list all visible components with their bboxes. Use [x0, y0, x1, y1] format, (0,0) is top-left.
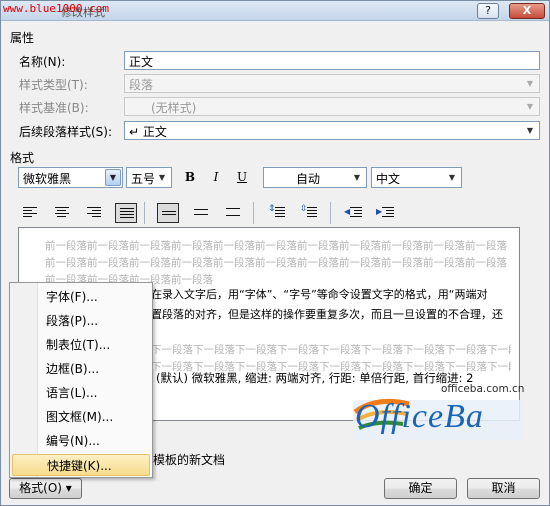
- decrease-indent-icon[interactable]: ◀: [343, 203, 365, 223]
- toolbar-separator: [144, 202, 145, 224]
- next-style-select[interactable]: ↵ 正文 ▼: [124, 121, 540, 140]
- close-button[interactable]: X: [509, 3, 545, 19]
- style-based-label: 样式基准(B):: [19, 101, 89, 115]
- font-size-select[interactable]: 五号 ▼: [126, 167, 172, 188]
- menu-item-tabs[interactable]: 制表位(T)...: [12, 334, 150, 356]
- name-input[interactable]: 正文: [124, 51, 540, 70]
- chevron-down-icon: ▼: [448, 173, 456, 182]
- chevron-down-icon: ▼: [158, 173, 166, 182]
- title-bar: 修改样式 www.blue1000.com ? X: [1, 1, 549, 21]
- chevron-down-icon: ▼: [526, 126, 534, 135]
- preview-body-line: 置段落的对齐，但是这样的操作要重复多次，而且一旦设置的不合理，还: [151, 308, 503, 321]
- menu-item-numbering[interactable]: 编号(N)...: [12, 430, 150, 452]
- ok-button[interactable]: 确定: [384, 478, 457, 499]
- font-value: 微软雅黑: [23, 172, 72, 186]
- font-size-value: 五号: [131, 172, 156, 186]
- single-spacing-icon[interactable]: [157, 203, 179, 223]
- watermark-url: www.blue1000.com: [3, 2, 109, 15]
- next-style-value: ↵ 正文: [129, 125, 167, 139]
- chevron-down-icon: ▼: [526, 102, 534, 111]
- help-button[interactable]: ?: [477, 3, 499, 19]
- style-based-value: (无样式): [151, 101, 197, 115]
- menu-item-font[interactable]: 字体(F)...: [12, 286, 150, 308]
- preview-prev-line: 前一段落前一段落前一段落前一段落前一段落前一段落前一段落前一段落前一段落前一段落…: [45, 257, 507, 269]
- increase-paragraph-spacing-icon[interactable]: ⇕: [266, 203, 288, 223]
- cancel-button[interactable]: 取消: [467, 478, 540, 499]
- next-style-label: 后续段落样式(S):: [19, 125, 113, 139]
- style-based-select[interactable]: (无样式) ▼: [124, 97, 540, 116]
- increase-indent-icon[interactable]: ▶: [375, 203, 397, 223]
- style-type-value: 段落: [129, 78, 154, 92]
- decrease-paragraph-spacing-icon[interactable]: ⇳: [298, 203, 320, 223]
- properties-section-label: 属性: [10, 31, 35, 45]
- bold-button[interactable]: B: [179, 167, 201, 188]
- one-half-spacing-icon[interactable]: [190, 203, 212, 223]
- name-label: 名称(N):: [19, 55, 66, 69]
- menu-item-frame[interactable]: 图文框(M)...: [12, 406, 150, 428]
- chevron-down-icon: ▼: [353, 173, 361, 182]
- format-context-menu: 字体(F)... 段落(P)... 制表位(T)... 边框(B)... 语言(…: [9, 282, 153, 478]
- align-right-icon[interactable]: [83, 203, 105, 223]
- chevron-down-icon: ▼: [105, 169, 121, 186]
- format-section-label: 格式: [10, 151, 35, 165]
- menu-item-language[interactable]: 语言(L)...: [12, 382, 150, 404]
- double-spacing-icon[interactable]: [222, 203, 244, 223]
- toolbar-separator: [253, 202, 254, 224]
- font-color-select[interactable]: 自动 ▼: [263, 167, 367, 188]
- modify-style-dialog: 修改样式 www.blue1000.com ? X 属性 名称(N): 正文 样…: [0, 0, 550, 506]
- language-select[interactable]: 中文 ▼: [371, 167, 462, 188]
- menu-item-shortcut-key[interactable]: 快捷键(K)...: [12, 454, 150, 476]
- format-menu-button[interactable]: 格式(O) ▾: [9, 478, 82, 499]
- style-type-label: 样式类型(T):: [19, 78, 88, 92]
- font-select[interactable]: 微软雅黑 ▼: [18, 167, 123, 188]
- style-type-select[interactable]: 段落 ▼: [124, 74, 540, 93]
- language-value: 中文: [376, 172, 401, 186]
- menu-item-paragraph[interactable]: 段落(P)...: [12, 310, 150, 332]
- font-color-value: 自动: [295, 172, 320, 186]
- underline-button[interactable]: U: [231, 167, 253, 188]
- new-template-option-label: 模板的新文档: [153, 453, 226, 467]
- name-input-value: 正文: [129, 55, 154, 69]
- preview-prev-line: 前一段落前一段落前一段落前一段落前一段落前一段落前一段落前一段落前一段落前一段落…: [45, 240, 507, 252]
- align-left-icon[interactable]: [19, 203, 41, 223]
- toolbar-separator: [330, 202, 331, 224]
- chevron-down-icon: ▼: [526, 79, 534, 88]
- align-center-icon[interactable]: [51, 203, 73, 223]
- italic-button[interactable]: I: [205, 167, 227, 188]
- logo-subtitle: officeba.com.cn: [441, 383, 525, 395]
- menu-item-border[interactable]: 边框(B)...: [12, 358, 150, 380]
- logo-text: OfficeBa: [355, 398, 484, 435]
- preview-next-line: 下一段落下一段落下一段落下一段落下一段落下一段落下一段落下一段落下一段落下一段落: [151, 344, 511, 356]
- justify-icon[interactable]: [115, 203, 137, 223]
- preview-body-line: 在录入文字后，用“字体”、“字号”等命令设置文字的格式，用“两端对: [151, 288, 488, 301]
